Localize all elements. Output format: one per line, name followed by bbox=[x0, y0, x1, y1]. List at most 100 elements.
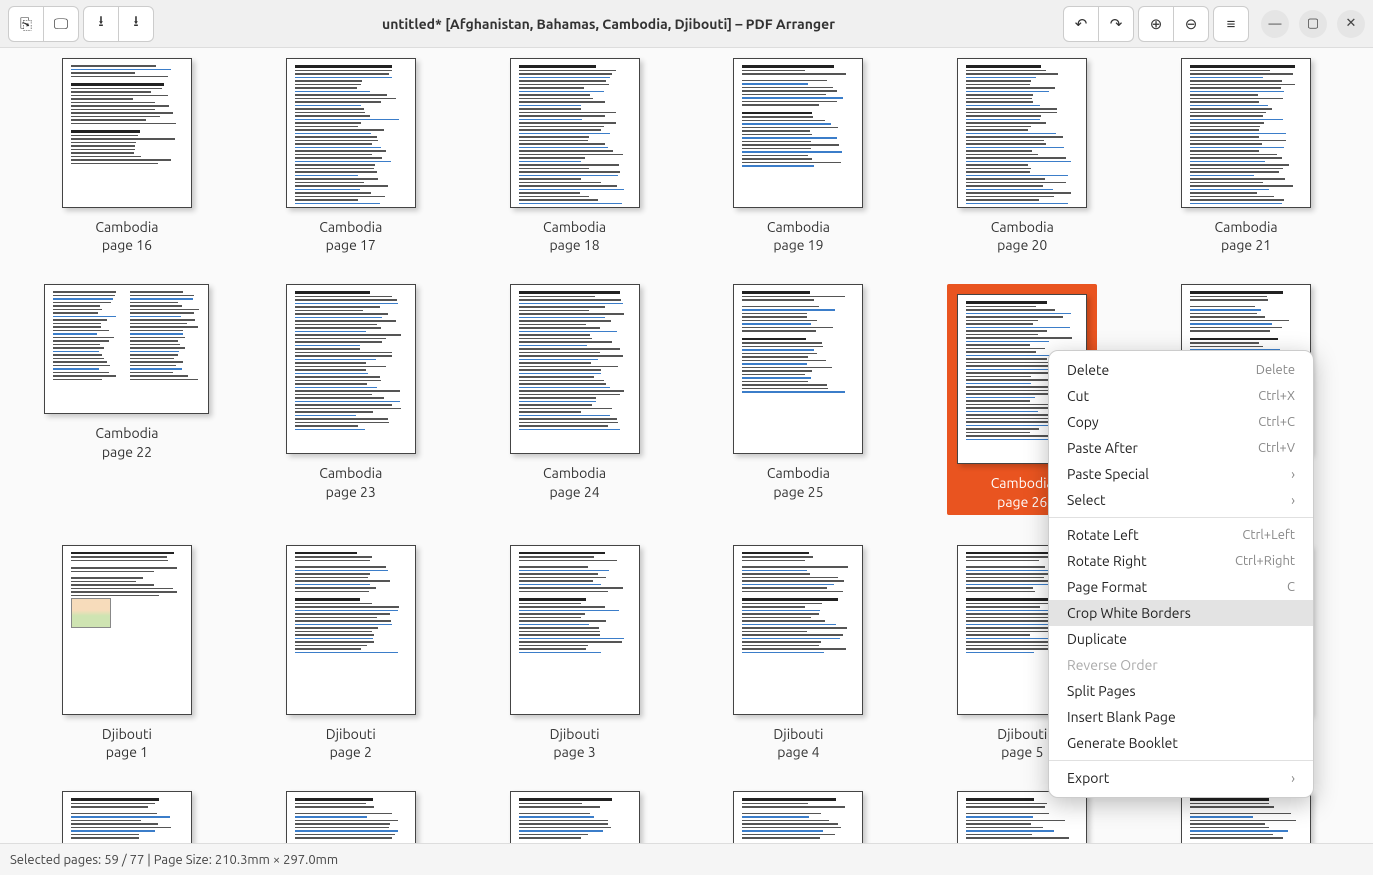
page-thumbnail[interactable]: Cambodiapage 18 bbox=[488, 58, 662, 254]
maximize-button[interactable]: ▢ bbox=[1299, 10, 1327, 38]
page-preview[interactable] bbox=[286, 791, 416, 843]
minimize-button[interactable]: — bbox=[1261, 10, 1289, 38]
menu-item-delete[interactable]: Delete Delete bbox=[1049, 357, 1313, 383]
page-thumbnail[interactable]: Cambodiapage 24 bbox=[488, 284, 662, 514]
menu-item-crop-white-borders[interactable]: Crop White Borders bbox=[1049, 600, 1313, 626]
undo-button[interactable]: ↶ bbox=[1063, 6, 1099, 42]
menu-item-label: Delete bbox=[1067, 362, 1109, 378]
page-label: Djiboutipage 5 bbox=[997, 725, 1047, 761]
page-preview[interactable] bbox=[286, 58, 416, 208]
page-thumbnail[interactable]: Cambodiapage 21 bbox=[1159, 58, 1333, 254]
menu-shortcut: Delete bbox=[1256, 363, 1295, 377]
page-preview[interactable] bbox=[733, 545, 863, 715]
menu-item-label: Reverse Order bbox=[1067, 657, 1158, 673]
menu-item-insert-blank-page[interactable]: Insert Blank Page bbox=[1049, 704, 1313, 730]
chevron-right-icon: › bbox=[1291, 770, 1295, 786]
page-preview[interactable] bbox=[957, 791, 1087, 843]
menu-item-label: Crop White Borders bbox=[1067, 605, 1191, 621]
page-label: Cambodiapage 23 bbox=[319, 464, 382, 500]
status-text: Selected pages: 59 / 77 | Page Size: 210… bbox=[10, 853, 338, 867]
page-thumbnail[interactable]: Djiboutipage 9 bbox=[488, 791, 662, 843]
window-title: untitled* [Afghanistan, Bahamas, Cambodi… bbox=[158, 16, 1059, 32]
page-preview[interactable] bbox=[62, 58, 192, 208]
chevron-right-icon: › bbox=[1291, 466, 1295, 482]
page-thumbnail[interactable]: Djiboutipage 10 bbox=[711, 791, 885, 843]
menu-item-paste-after[interactable]: Paste AfterCtrl+V bbox=[1049, 435, 1313, 461]
menu-item-label: Duplicate bbox=[1067, 631, 1127, 647]
page-label: Cambodiapage 22 bbox=[95, 424, 158, 460]
page-preview[interactable] bbox=[510, 791, 640, 843]
page-thumbnail[interactable]: Djiboutipage 11 bbox=[935, 791, 1109, 843]
page-label: Djiboutipage 1 bbox=[102, 725, 152, 761]
page-label: Djiboutipage 4 bbox=[773, 725, 823, 761]
page-thumbnail[interactable]: Djiboutipage 4 bbox=[711, 545, 885, 761]
menu-item-copy[interactable]: CopyCtrl+C bbox=[1049, 409, 1313, 435]
page-preview[interactable] bbox=[1181, 791, 1311, 843]
open-button[interactable]: ⎘ bbox=[8, 6, 44, 42]
menu-item-select[interactable]: Select › bbox=[1049, 487, 1313, 513]
menu-item-reverse-order: Reverse Order bbox=[1049, 652, 1313, 678]
menu-item-paste-special[interactable]: Paste Special › bbox=[1049, 461, 1313, 487]
page-label: Cambodiapage 18 bbox=[543, 218, 606, 254]
page-thumbnail[interactable]: Cambodiapage 20 bbox=[935, 58, 1109, 254]
menu-item-cut[interactable]: CutCtrl+X bbox=[1049, 383, 1313, 409]
menu-item-label: Page Format bbox=[1067, 579, 1147, 595]
page-preview[interactable] bbox=[286, 545, 416, 715]
page-preview[interactable] bbox=[957, 58, 1087, 208]
page-preview[interactable] bbox=[62, 545, 192, 715]
page-thumbnail[interactable]: Djiboutipage 12 bbox=[1159, 791, 1333, 843]
page-thumbnail[interactable]: Cambodiapage 19 bbox=[711, 58, 885, 254]
menu-shortcut: C bbox=[1287, 580, 1295, 594]
close-button[interactable]: ✕ bbox=[1337, 10, 1365, 38]
page-label: Cambodiapage 19 bbox=[767, 218, 830, 254]
hamburger-menu-button[interactable]: ≡ bbox=[1213, 6, 1249, 42]
import-button[interactable]: 🖵 bbox=[43, 6, 79, 42]
save-button[interactable]: ⭳ bbox=[83, 6, 119, 42]
page-thumbnail[interactable]: Cambodiapage 17 bbox=[264, 58, 438, 254]
page-preview[interactable] bbox=[62, 791, 192, 843]
page-preview[interactable] bbox=[733, 791, 863, 843]
menu-shortcut: Ctrl+C bbox=[1258, 415, 1295, 429]
save-as-button[interactable]: ⭳ bbox=[118, 6, 154, 42]
page-preview[interactable] bbox=[44, 284, 209, 414]
menu-item-export[interactable]: Export › bbox=[1049, 765, 1313, 791]
page-thumbnail[interactable]: Cambodiapage 22 bbox=[40, 284, 214, 514]
page-label: Cambodiapage 21 bbox=[1215, 218, 1278, 254]
page-label: Cambodiapage 20 bbox=[991, 218, 1054, 254]
page-thumbnail[interactable]: Cambodiapage 23 bbox=[264, 284, 438, 514]
page-thumbnail[interactable]: Djiboutipage 2 bbox=[264, 545, 438, 761]
zoom-in-button[interactable]: ⊕ bbox=[1138, 6, 1174, 42]
menu-item-label: Paste Special bbox=[1067, 466, 1149, 482]
redo-button[interactable]: ↷ bbox=[1098, 6, 1134, 42]
menu-item-rotate-right[interactable]: Rotate RightCtrl+Right bbox=[1049, 548, 1313, 574]
page-preview[interactable] bbox=[510, 58, 640, 208]
page-preview[interactable] bbox=[286, 284, 416, 454]
menu-item-label: Insert Blank Page bbox=[1067, 709, 1176, 725]
menu-shortcut: Ctrl+Right bbox=[1235, 554, 1295, 568]
page-label: Cambodiapage 16 bbox=[95, 218, 158, 254]
menu-item-label: Export bbox=[1067, 770, 1109, 786]
page-thumbnail[interactable]: Djiboutipage 1 bbox=[40, 545, 214, 761]
menu-item-page-format[interactable]: Page Format C bbox=[1049, 574, 1313, 600]
page-preview[interactable] bbox=[733, 58, 863, 208]
page-label: Djiboutipage 2 bbox=[326, 725, 376, 761]
menu-item-rotate-left[interactable]: Rotate LeftCtrl+Left bbox=[1049, 522, 1313, 548]
zoom-out-button[interactable]: ⊖ bbox=[1173, 6, 1209, 42]
page-thumbnail[interactable]: Djiboutipage 7 bbox=[40, 791, 214, 843]
context-menu: Delete Delete CutCtrl+XCopyCtrl+CPaste Aft… bbox=[1048, 350, 1314, 798]
page-thumbnail[interactable]: Djiboutipage 3 bbox=[488, 545, 662, 761]
menu-item-split-pages[interactable]: Split Pages bbox=[1049, 678, 1313, 704]
page-thumbnail[interactable]: Cambodiapage 16 bbox=[40, 58, 214, 254]
page-preview[interactable] bbox=[733, 284, 863, 454]
page-thumbnail[interactable]: Cambodiapage 25 bbox=[711, 284, 885, 514]
chevron-right-icon: › bbox=[1291, 492, 1295, 508]
page-thumbnail[interactable]: Djiboutipage 8 bbox=[264, 791, 438, 843]
titlebar: ⎘ 🖵 ⭳ ⭳ untitled* [Afghanistan, Bahamas,… bbox=[0, 0, 1373, 48]
page-label: Cambodiapage 24 bbox=[543, 464, 606, 500]
menu-item-generate-booklet[interactable]: Generate Booklet bbox=[1049, 730, 1313, 756]
page-preview[interactable] bbox=[510, 284, 640, 454]
page-preview[interactable] bbox=[1181, 58, 1311, 208]
menu-item-label: Select bbox=[1067, 492, 1105, 508]
menu-item-duplicate[interactable]: Duplicate bbox=[1049, 626, 1313, 652]
page-preview[interactable] bbox=[510, 545, 640, 715]
